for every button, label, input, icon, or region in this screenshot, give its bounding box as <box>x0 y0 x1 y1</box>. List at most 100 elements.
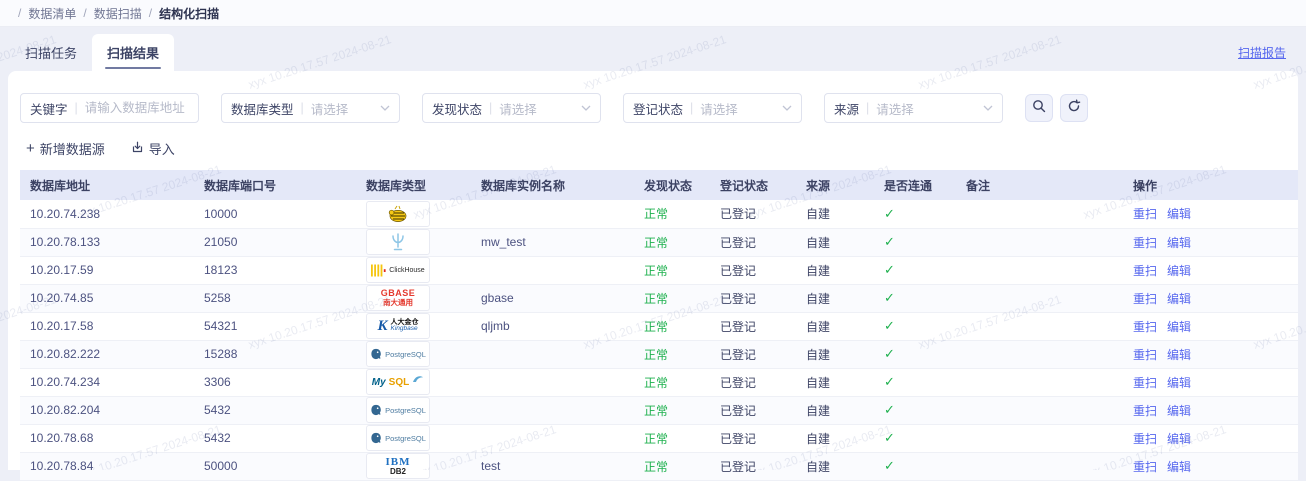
db-instance-cell <box>471 200 634 228</box>
remark-cell <box>956 200 1123 228</box>
db-type-select[interactable]: 数据库类型 | 请选择 <box>221 93 400 123</box>
keyword-input[interactable] <box>85 101 189 115</box>
gbase-label-line2: 南大通用 <box>381 299 416 307</box>
register-status-cell: 已登记 <box>710 396 796 424</box>
chevron-down-icon <box>380 105 390 111</box>
edit-link[interactable]: 编辑 <box>1167 292 1191 306</box>
breadcrumb-item-data-scan[interactable]: 数据扫描 <box>94 5 142 22</box>
db-port-cell: 21050 <box>194 228 356 256</box>
discover-status-placeholder: 请选择 <box>499 99 581 118</box>
search-button[interactable] <box>1025 94 1053 122</box>
actions-cell: 重扫编辑 <box>1123 452 1298 480</box>
plus-icon: + <box>26 141 35 156</box>
connected-cell: ✓ <box>874 228 956 256</box>
rescan-link[interactable]: 重扫 <box>1133 264 1157 278</box>
reset-icon <box>1067 99 1081 118</box>
register-status-label: 登记状态 <box>633 99 683 118</box>
table-row: 10.20.78.68 5432 PostgreSQL 正常 已登记 自建 ✓ … <box>20 424 1298 452</box>
db-instance-cell: qljmb <box>471 312 634 340</box>
add-datasource-button[interactable]: + 新增数据源 <box>26 139 105 158</box>
source-cell: 自建 <box>796 284 874 312</box>
connected-check-icon: ✓ <box>884 206 895 221</box>
postgresql-label: PostgreSQL <box>385 350 426 359</box>
source-placeholder: 请选择 <box>876 99 983 118</box>
reset-button[interactable] <box>1060 94 1088 122</box>
edit-link[interactable]: 编辑 <box>1167 404 1191 418</box>
header-db-port: 数据库端口号 <box>194 170 356 200</box>
connected-check-icon: ✓ <box>884 290 895 305</box>
source-cell: 自建 <box>796 368 874 396</box>
header-remark: 备注 <box>956 170 1123 200</box>
discover-status-cell: 正常 <box>634 228 710 256</box>
remark-cell <box>956 452 1123 480</box>
scan-report-link[interactable]: 扫描报告 <box>1238 44 1286 61</box>
db-address-cell: 10.20.74.85 <box>20 284 194 312</box>
db-address-cell: 10.20.17.59 <box>20 256 194 284</box>
discover-status-cell: 正常 <box>634 396 710 424</box>
register-status-select[interactable]: 登记状态 | 请选择 <box>623 93 802 123</box>
db-port-cell: 15288 <box>194 340 356 368</box>
table-row: 10.20.74.238 10000 正常 已登记 自建 ✓ 重扫编辑 <box>20 200 1298 228</box>
rescan-link[interactable]: 重扫 <box>1133 432 1157 446</box>
db-instance-cell: test <box>471 452 634 480</box>
remark-cell <box>956 424 1123 452</box>
edit-link[interactable]: 编辑 <box>1167 376 1191 390</box>
filter-divider: | <box>489 101 492 115</box>
mysql-logo: MySQL <box>366 369 430 395</box>
db-port-cell: 54321 <box>194 312 356 340</box>
rescan-link[interactable]: 重扫 <box>1133 320 1157 334</box>
register-status-cell: 已登记 <box>710 228 796 256</box>
keyword-filter[interactable]: 关键字 | <box>20 93 199 123</box>
rescan-link[interactable]: 重扫 <box>1133 207 1157 221</box>
ibm-label: IBM <box>386 457 411 468</box>
page-right-margin <box>1298 28 1306 470</box>
rescan-link[interactable]: 重扫 <box>1133 376 1157 390</box>
filter-buttons <box>1025 94 1088 122</box>
edit-link[interactable]: 编辑 <box>1167 207 1191 221</box>
connected-cell: ✓ <box>874 368 956 396</box>
source-cell: 自建 <box>796 228 874 256</box>
register-status-cell: 已登记 <box>710 424 796 452</box>
header-source: 来源 <box>796 170 874 200</box>
register-status-cell: 已登记 <box>710 312 796 340</box>
rescan-link[interactable]: 重扫 <box>1133 404 1157 418</box>
actions-cell: 重扫编辑 <box>1123 424 1298 452</box>
import-button[interactable]: 导入 <box>131 139 175 158</box>
table-header: 数据库地址 数据库端口号 数据库类型 数据库实例名称 发现状态 登记状态 来源 … <box>20 170 1298 200</box>
breadcrumb-separator: / <box>149 6 152 20</box>
actions-cell: 重扫编辑 <box>1123 228 1298 256</box>
header-connected: 是否连通 <box>874 170 956 200</box>
gbase-logo: GBASE 南大通用 <box>366 285 430 311</box>
edit-link[interactable]: 编辑 <box>1167 348 1191 362</box>
db-type-cell: GBASE 南大通用 <box>356 284 471 312</box>
edit-link[interactable]: 编辑 <box>1167 236 1191 250</box>
db-instance-cell <box>471 256 634 284</box>
breadcrumb-item-data-list[interactable]: 数据清单 <box>28 5 76 22</box>
edit-link[interactable]: 编辑 <box>1167 432 1191 446</box>
rescan-link[interactable]: 重扫 <box>1133 236 1157 250</box>
rescan-link[interactable]: 重扫 <box>1133 460 1157 474</box>
import-label: 导入 <box>149 139 175 158</box>
db-instance-cell <box>471 340 634 368</box>
db-type-cell: IBM DB2 <box>356 452 471 480</box>
db-address-cell: 10.20.78.68 <box>20 424 194 452</box>
table-row: 10.20.78.84 50000 IBM DB2 test 正常 已登记 自建… <box>20 452 1298 480</box>
filter-divider: | <box>301 101 304 115</box>
rescan-link[interactable]: 重扫 <box>1133 348 1157 362</box>
postgresql-label: PostgreSQL <box>385 434 426 443</box>
connected-cell: ✓ <box>874 312 956 340</box>
edit-link[interactable]: 编辑 <box>1167 264 1191 278</box>
connected-check-icon: ✓ <box>884 374 895 389</box>
edit-link[interactable]: 编辑 <box>1167 460 1191 474</box>
connected-check-icon: ✓ <box>884 458 895 473</box>
source-cell: 自建 <box>796 424 874 452</box>
tab-scan-task[interactable]: 扫描任务 <box>10 34 92 71</box>
edit-link[interactable]: 编辑 <box>1167 320 1191 334</box>
rescan-link[interactable]: 重扫 <box>1133 292 1157 306</box>
db-instance-cell <box>471 396 634 424</box>
register-status-cell: 已登记 <box>710 368 796 396</box>
kingbase-logo: K 人大金仓 Kingbase <box>366 313 430 339</box>
discover-status-select[interactable]: 发现状态 | 请选择 <box>422 93 601 123</box>
tab-scan-result[interactable]: 扫描结果 <box>92 34 174 71</box>
source-select[interactable]: 来源 | 请选择 <box>824 93 1003 123</box>
